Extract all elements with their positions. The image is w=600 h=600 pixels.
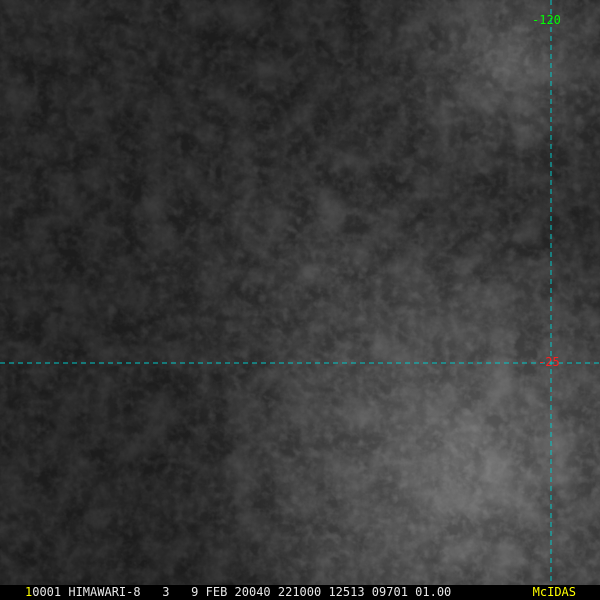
longitude-label: -120 <box>532 13 561 27</box>
satellite-cloud-imagery <box>0 0 600 600</box>
image-caption: 0001 HIMAWARI-8 3 9 FEB 20040 221000 125… <box>32 585 452 599</box>
image-info-bar: 10001 HIMAWARI-8 3 9 FEB 20040 221000 12… <box>0 585 600 600</box>
satellite-image-frame: -120 -25 10001 HIMAWARI-8 3 9 FEB 20040 … <box>0 0 600 600</box>
mcidas-brand: McIDAS <box>532 585 576 599</box>
latitude-label: -25 <box>538 355 560 369</box>
frame-number: 1 <box>25 585 33 599</box>
